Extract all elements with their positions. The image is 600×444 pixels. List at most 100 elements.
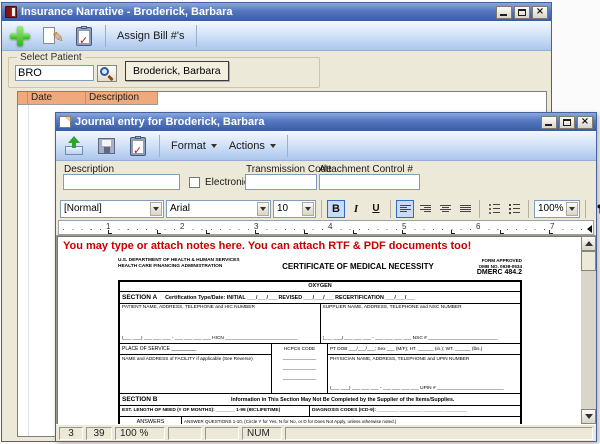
scroll-up-button[interactable] [581,236,596,251]
font-size-combobox[interactable]: 10 [273,200,316,218]
scrollbar-thumb[interactable] [581,251,596,271]
ruler-tab-stop[interactable] [206,230,210,234]
section-a-row: SECTION A Certification Type/Date: INITI… [120,292,520,304]
select-patient-label: Select Patient [17,52,85,63]
patient-dob-cell: PT DOB ___/___/___; Sex ___ (M/F); HT. _… [328,344,520,355]
edit-narrative-button[interactable]: ✎ [38,23,66,49]
format-menu-label: Format [171,140,206,152]
assign-bill-numbers-button[interactable]: Assign Bill #'s [113,30,189,42]
clipboard-check-icon: ✓ [130,136,146,156]
ruler-tab-stop[interactable] [157,230,161,234]
ruler-tab-stop[interactable] [353,230,357,234]
font-combobox[interactable]: Arial [166,200,271,218]
scroll-down-button[interactable] [581,409,596,424]
format-separator [479,200,480,218]
journal-maximize-button[interactable] [559,116,575,129]
align-center-icon [440,205,451,212]
maximize-icon [518,9,526,16]
journal-close-button[interactable]: × [577,116,593,129]
combo-arrow-icon[interactable] [302,202,314,216]
verify-button[interactable]: ✓ [124,133,152,159]
est-length-row: EST. LENGTH OF NEED (# OF MONTHS): _____… [120,406,520,417]
journal-titlebar[interactable]: ✎ Journal entry for Broderick, Barbara × [56,113,596,131]
ruler-tab-stop[interactable] [304,230,308,234]
ruler-tab-stop[interactable] [255,230,259,234]
paragraph-style-combobox[interactable]: [Normal] [60,200,164,218]
combo-arrow-icon[interactable] [257,202,269,216]
show-paragraph-marks-button[interactable]: ¶ [591,200,600,218]
verify-narrative-button[interactable]: ✓ [70,23,98,49]
journal-minimize-button[interactable] [541,116,557,129]
plus-icon [10,26,30,46]
document-page[interactable]: You may type or attach notes here. You c… [57,236,582,424]
section-a-text: Certification Type/Date: INITIAL ___/___… [165,295,415,301]
ruler-number: 2 [179,222,185,232]
section-b-text: Information in This Section May Not Be C… [167,397,518,403]
description-input[interactable] [63,174,180,190]
patient-search-button[interactable] [97,65,117,82]
answers-row: ANSWERS ANSWER QUESTIONS 1-10, (Circle Y… [120,417,520,424]
status-cell-zoom: 100 % [115,427,165,440]
actions-menu-button[interactable]: Actions [225,140,280,152]
italic-button[interactable]: I [347,200,365,218]
font-size-value: 10 [277,203,288,214]
align-center-button[interactable] [436,200,454,218]
align-left-button[interactable] [396,200,414,218]
toolbar-separator [196,25,197,47]
underline-button[interactable]: U [367,200,385,218]
patient-search-input[interactable] [15,65,94,81]
diagnosis-codes-cell: DIAGNOSIS CODES (ICD-9): ________ ______… [310,406,520,416]
grid-column-header-date[interactable]: Date [28,92,86,105]
format-menu-button[interactable]: Format [167,140,221,152]
electronic-checkbox[interactable] [189,177,200,188]
patient-name-cell: PATIENT NAME, ADDRESS, TELEPHONE and HIC… [120,304,321,343]
insurance-maximize-button[interactable] [514,6,530,19]
journal-fields-panel: Description Electronic Transmission Code… [56,161,596,197]
document-area: You may type or attach notes here. You c… [56,235,596,424]
insurance-app-icon [5,6,17,18]
zoom-combobox[interactable]: 100% [534,200,580,218]
status-cell-message [285,427,593,440]
journal-app-icon: ✎ [59,116,71,128]
grid-selector-column-header[interactable] [18,92,28,105]
add-narrative-button[interactable] [6,23,34,49]
vertical-scrollbar[interactable] [581,236,596,424]
ruler-tab-stop[interactable] [500,230,504,234]
form-number: DMERC 484.2 [448,269,522,278]
bullet-list-button[interactable] [485,200,503,218]
ruler[interactable]: 12345678 [58,220,594,235]
numbered-list-button[interactable] [505,200,523,218]
align-right-button[interactable] [416,200,434,218]
attachment-control-input[interactable] [319,174,420,190]
ruler-tab-stop[interactable] [108,230,112,234]
transmission-code-input[interactable] [245,174,317,190]
hicn-line: (___ ___) ___ ___ ___ - ___ ___ ___ ___ … [122,336,318,341]
save-button[interactable] [92,133,120,159]
font-value: Arial [170,203,190,214]
ruler-tab-stop[interactable] [549,230,553,234]
ruler-tab-stop[interactable] [402,230,406,234]
formatting-toolbar: [Normal] Arial 10 B I U [56,197,596,220]
grid-column-header-description[interactable]: Description [86,92,158,105]
bold-button[interactable]: B [327,200,345,218]
selected-patient-button[interactable]: Broderick, Barbara [125,61,229,81]
place-of-service-cell: PLACE OF SERVICE _________ [120,344,271,355]
ruler-number: 6 [475,222,481,232]
combo-arrow-icon[interactable] [566,202,578,216]
align-justify-button[interactable] [456,200,474,218]
middle-cells-row: PLACE OF SERVICE _________ NAME and ADDR… [120,344,520,394]
format-separator [390,200,391,218]
grid-header-row: Date Description [18,92,546,105]
import-file-button[interactable] [60,133,88,159]
ruler-right-margin-icon[interactable] [583,225,592,233]
combo-arrow-icon[interactable] [150,202,162,216]
insurance-titlebar[interactable]: Insurance Narrative - Broderick, Barbara… [2,3,551,21]
status-cell-numlock: NUM [242,427,282,440]
grid-selector-column-line [28,105,29,436]
ruler-tab-stop[interactable] [451,230,455,234]
insurance-window-title: Insurance Narrative - Broderick, Barbara [21,6,233,18]
insurance-close-button[interactable]: × [532,6,548,19]
format-separator [528,200,529,218]
insurance-minimize-button[interactable] [496,6,512,19]
hcpcs-label: HCPCS CODE [272,344,327,351]
